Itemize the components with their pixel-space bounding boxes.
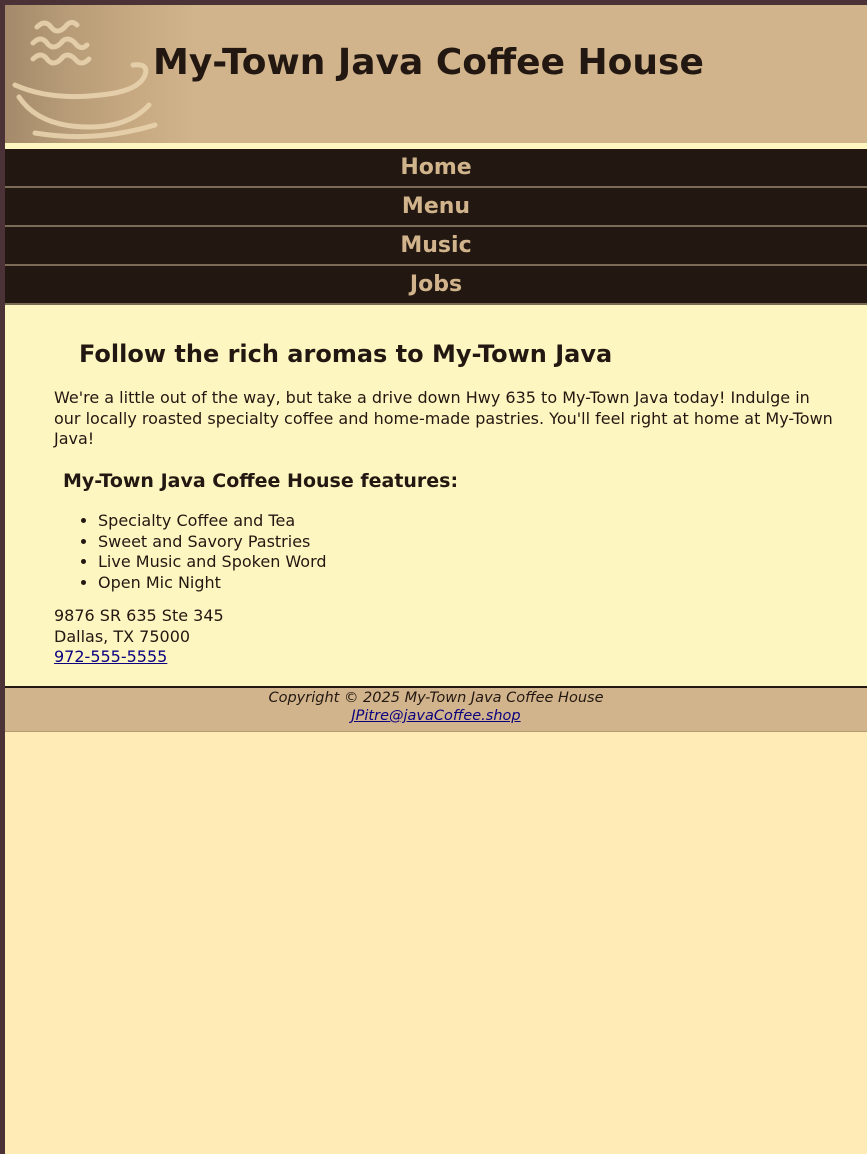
email-link[interactable]: JPitre@javaCoffee.shop <box>351 708 520 724</box>
site-title: My-Town Java Coffee House <box>153 42 704 83</box>
list-item: Open Mic Night <box>98 573 327 594</box>
address-block: 9876 SR 635 Ste 345 Dallas, TX 75000 972… <box>54 606 224 668</box>
features-heading: My-Town Java Coffee House features: <box>63 470 459 492</box>
phone-link[interactable]: 972-555-5555 <box>54 647 167 666</box>
main-nav: Home Menu Music Jobs <box>5 149 867 305</box>
address-street: 9876 SR 635 Ste 345 <box>54 606 224 625</box>
nav-link-home[interactable]: Home <box>5 149 867 186</box>
nav-item-music: Music <box>5 227 867 266</box>
intro-paragraph: We're a little out of the way, but take … <box>54 388 833 448</box>
list-item: Live Music and Spoken Word <box>98 552 327 573</box>
address-city: Dallas, TX 75000 <box>54 626 191 646</box>
nav-item-home: Home <box>5 149 867 188</box>
list-item: Specialty Coffee and Tea <box>98 511 327 532</box>
main-content: Follow the rich aromas to My-Town Java W… <box>5 305 867 686</box>
page: My-Town Java Coffee House Home Menu Musi… <box>5 5 867 1154</box>
list-item: Sweet and Savory Pastries <box>98 532 327 553</box>
nav-item-menu: Menu <box>5 188 867 227</box>
nav-link-menu[interactable]: Menu <box>5 188 867 225</box>
nav-link-jobs[interactable]: Jobs <box>5 266 867 303</box>
page-heading: Follow the rich aromas to My-Town Java <box>79 340 613 368</box>
site-footer: Copyright © 2025 My-Town Java Coffee Hou… <box>5 686 867 732</box>
features-list: Specialty Coffee and Tea Sweet and Savor… <box>54 511 327 593</box>
copyright-text: Copyright © 2025 My-Town Java Coffee Hou… <box>268 690 604 706</box>
nav-item-jobs: Jobs <box>5 266 867 305</box>
nav-link-music[interactable]: Music <box>5 227 867 264</box>
site-header: My-Town Java Coffee House <box>5 5 867 143</box>
